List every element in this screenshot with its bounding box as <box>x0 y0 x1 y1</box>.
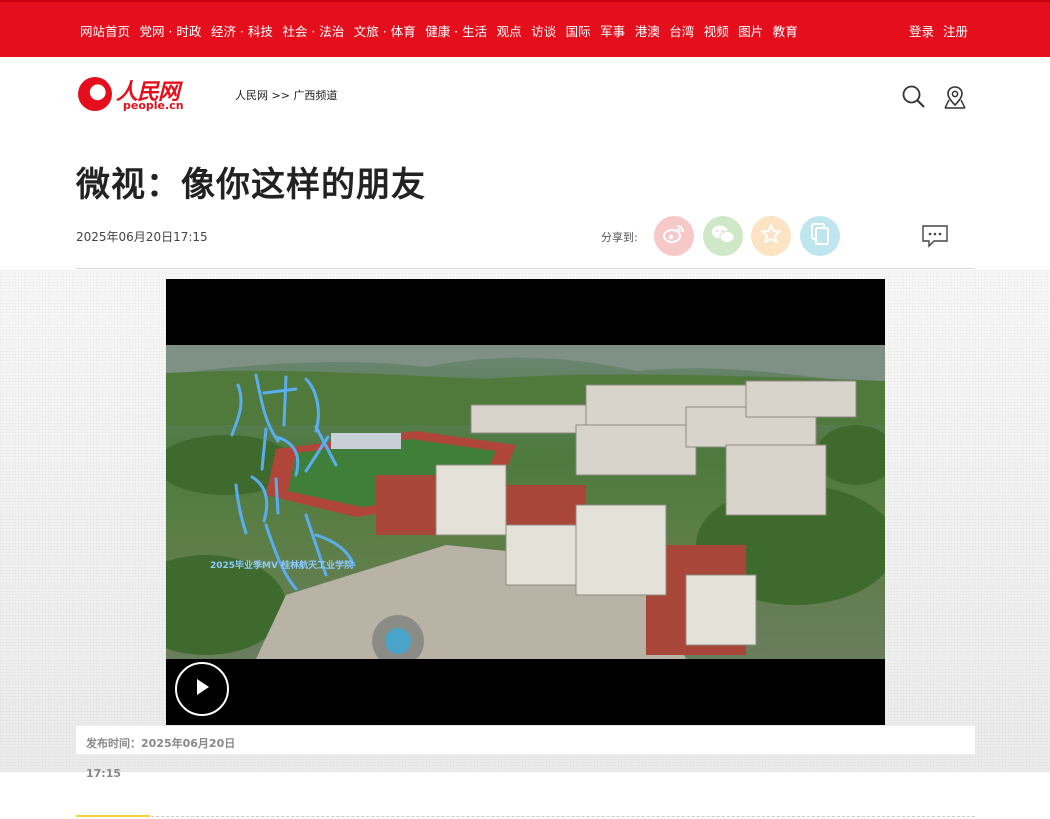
footer-divider <box>76 816 975 817</box>
nav-item-video[interactable]: 视频 <box>704 21 729 40</box>
logo-text-en: people.cn <box>123 99 184 112</box>
video-frame: 2025毕业季MV 桂林航天工业学院 <box>166 345 885 659</box>
nav-item-culture[interactable]: 文旅 · 体育 <box>354 21 416 40</box>
campus-aerial-image <box>166 345 885 659</box>
share-weibo-button[interactable] <box>654 216 694 256</box>
nav-item-health[interactable]: 健康 · 生活 <box>425 21 487 40</box>
publish-time: 17:15 <box>86 767 122 780</box>
nav-item-world[interactable]: 国际 <box>566 21 591 40</box>
share-favorite-button[interactable] <box>751 216 791 256</box>
article-title: 微视：像你这样的朋友 <box>76 165 426 205</box>
nav-item-home[interactable]: 网站首页 <box>80 21 130 40</box>
breadcrumb: 人民网 >> 广西频道 <box>235 87 337 103</box>
publish-date: 发布时间：2025年06月20日 <box>86 737 236 750</box>
share-copy-button[interactable] <box>800 216 840 256</box>
top-nav-list: 网站首页 党网 · 时政 经济 · 科技 社会 · 法治 文旅 · 体育 健康 … <box>80 21 807 40</box>
site-logo[interactable]: 人民网 people.cn <box>78 74 188 114</box>
header-divider <box>76 268 975 269</box>
account-links: 登录 注册 <box>900 21 968 40</box>
logo-emblem <box>78 77 112 111</box>
share-label: 分享到: <box>601 231 638 244</box>
comment-icon[interactable] <box>921 224 949 248</box>
breadcrumb-home[interactable]: 人民网 <box>235 89 268 102</box>
footer-accent-bar <box>76 815 150 817</box>
star-icon <box>760 223 782 249</box>
nav-item-education[interactable]: 教育 <box>773 21 798 40</box>
nav-item-taiwan[interactable]: 台湾 <box>669 21 694 40</box>
video-player[interactable]: 2025毕业季MV 桂林航天工业学院 <box>166 279 885 725</box>
video-overlay-caption: 2025毕业季MV 桂林航天工业学院 <box>210 561 354 571</box>
nav-item-society[interactable]: 社会 · 法治 <box>282 21 344 40</box>
nav-item-military[interactable]: 军事 <box>600 21 625 40</box>
weibo-icon <box>663 224 685 248</box>
location-icon[interactable] <box>942 84 968 110</box>
register-link[interactable]: 注册 <box>943 21 968 40</box>
nav-item-interview[interactable]: 访谈 <box>531 21 556 40</box>
nav-item-opinion[interactable]: 观点 <box>497 21 522 40</box>
top-nav-bar: 网站首页 党网 · 时政 经济 · 科技 社会 · 法治 文旅 · 体育 健康 … <box>0 0 1050 57</box>
login-link[interactable]: 登录 <box>909 21 934 40</box>
play-button[interactable] <box>175 662 229 716</box>
nav-item-economy[interactable]: 经济 · 科技 <box>211 21 273 40</box>
nav-item-photo[interactable]: 图片 <box>738 21 763 40</box>
nav-item-politics[interactable]: 党网 · 时政 <box>140 21 202 40</box>
copy-icon <box>810 222 830 250</box>
breadcrumb-separator: >> <box>271 89 290 102</box>
search-icon[interactable] <box>901 84 927 110</box>
breadcrumb-channel[interactable]: 广西频道 <box>293 89 337 102</box>
wechat-icon <box>711 224 735 248</box>
play-icon <box>193 677 211 701</box>
article-datetime: 2025年06月20日17:15 <box>76 230 208 244</box>
share-wechat-button[interactable] <box>703 216 743 256</box>
nav-item-hkmacao[interactable]: 港澳 <box>635 21 660 40</box>
